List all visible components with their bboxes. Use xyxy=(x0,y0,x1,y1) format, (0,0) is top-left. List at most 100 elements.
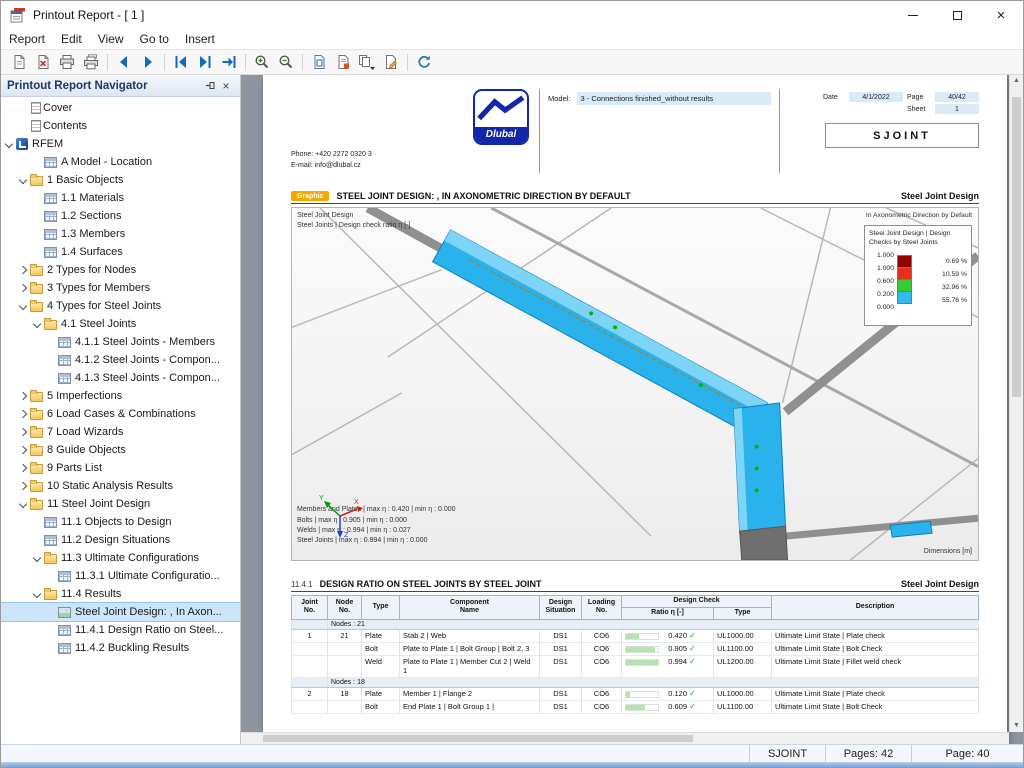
tree-item[interactable]: 2 Types for Nodes xyxy=(1,261,240,279)
print-button[interactable] xyxy=(55,51,79,73)
tree-item-label: 11 Steel Joint Design xyxy=(47,498,150,510)
tree-item[interactable]: 11.3.1 Ultimate Configuratio... xyxy=(1,567,240,585)
close-button[interactable]: × xyxy=(979,1,1023,29)
scroll-up-arrow[interactable]: ▲ xyxy=(1010,75,1023,87)
maximize-button[interactable] xyxy=(935,1,979,29)
back-button[interactable] xyxy=(112,51,136,73)
tree-item[interactable]: 1 Basic Objects xyxy=(1,171,240,189)
table-icon xyxy=(44,517,57,528)
tree-item[interactable]: 1.3 Members xyxy=(1,225,240,243)
folder-icon xyxy=(30,266,43,276)
chevron-right-icon[interactable] xyxy=(17,444,30,457)
joint-graphic[interactable]: Steel Joint Design Steel Joints | Design… xyxy=(291,207,979,561)
pin-icon[interactable] xyxy=(202,78,218,94)
chevron-right-icon[interactable] xyxy=(17,282,30,295)
window-title: Printout Report - [ 1 ] xyxy=(33,8,144,22)
chevron-right-icon[interactable] xyxy=(17,408,30,421)
close-navigator-icon[interactable]: × xyxy=(218,78,234,94)
tree-item[interactable]: 11.3 Ultimate Configurations xyxy=(1,549,240,567)
last-page-button[interactable] xyxy=(193,51,217,73)
horizontal-scrollbar-thumb[interactable] xyxy=(263,735,693,742)
tree-item[interactable]: 11.4 Results xyxy=(1,585,240,603)
table-row[interactable]: 121PlateStab 2 | WebDS1CO60.420✓UL1000.0… xyxy=(292,629,979,642)
chevron-right-icon[interactable] xyxy=(17,426,30,439)
tree-item[interactable]: 5 Imperfections xyxy=(1,387,240,405)
tree-item[interactable]: 3 Types for Members xyxy=(1,279,240,297)
refresh-button[interactable] xyxy=(412,51,436,73)
check-icon: ✓ xyxy=(689,631,696,640)
tree-item[interactable]: 11.4.2 Buckling Results xyxy=(1,639,240,657)
tree-item[interactable]: 1.2 Sections xyxy=(1,207,240,225)
tree-item[interactable]: Cover xyxy=(1,99,240,117)
tree-item-label: Steel Joint Design: , In Axon... xyxy=(75,606,222,618)
table-row[interactable]: BoltPlate to Plate 1 | Bolt Group | Bolt… xyxy=(292,642,979,655)
tree-item[interactable]: 7 Load Wizards xyxy=(1,423,240,441)
tree-item[interactable]: 11 Steel Joint Design xyxy=(1,495,240,513)
zoom-out-button[interactable] xyxy=(274,51,298,73)
tree-item[interactable]: 8 Guide Objects xyxy=(1,441,240,459)
chevron-down-icon[interactable] xyxy=(17,498,30,511)
print-batch-button[interactable] xyxy=(79,51,103,73)
chevron-right-icon[interactable] xyxy=(17,390,30,403)
tree-item[interactable]: 4.1.1 Steel Joints - Members xyxy=(1,333,240,351)
page-setup-button[interactable] xyxy=(331,51,355,73)
tree-item[interactable]: 11.4.1 Design Ratio on Steel... xyxy=(1,621,240,639)
minimize-button[interactable] xyxy=(891,1,935,29)
check-icon: ✓ xyxy=(689,702,696,711)
table-row[interactable]: 218PlateMember 1 | Flange 2DS1CO60.120✓U… xyxy=(292,687,979,700)
vertical-scrollbar-thumb[interactable] xyxy=(1012,97,1021,397)
menu-item-view[interactable]: View xyxy=(98,32,124,46)
phone-line: Phone: +420 2272 0320 3 xyxy=(291,149,372,160)
tree-item[interactable]: 4.1.3 Steel Joints - Compon... xyxy=(1,369,240,387)
check-icon: ✓ xyxy=(689,657,696,666)
forward-button[interactable] xyxy=(136,51,160,73)
tree-item[interactable]: Steel Joint Design: , In Axon... xyxy=(1,603,240,621)
tree-item[interactable]: 4.1.2 Steel Joints - Compon... xyxy=(1,351,240,369)
export-page-button[interactable] xyxy=(7,51,31,73)
tree-item[interactable]: A Model - Location xyxy=(1,153,240,171)
chevron-down-icon[interactable] xyxy=(17,174,30,187)
delete-page-button[interactable] xyxy=(31,51,55,73)
tree-item[interactable]: 10 Static Analysis Results xyxy=(1,477,240,495)
chevron-right-icon[interactable] xyxy=(17,462,30,475)
ratio-bar xyxy=(625,704,659,711)
vertical-scrollbar[interactable]: ▲ ▼ xyxy=(1009,75,1023,732)
chevron-down-icon[interactable] xyxy=(3,138,16,151)
chevron-down-icon[interactable] xyxy=(17,300,30,313)
menu-item-insert[interactable]: Insert xyxy=(185,32,215,46)
table-row[interactable]: WeldPlate to Plate 1 | Member Cut 2 | We… xyxy=(292,655,979,677)
go-to-page-button[interactable] xyxy=(217,51,241,73)
scroll-down-arrow[interactable]: ▼ xyxy=(1010,720,1023,732)
menu-item-report[interactable]: Report xyxy=(9,32,45,46)
page-meta: Date 4/1/2022 Page 40/42 Sheet 1 xyxy=(821,92,979,114)
chevron-down-icon[interactable] xyxy=(31,588,44,601)
menu-item-edit[interactable]: Edit xyxy=(61,32,82,46)
edit-header-button[interactable] xyxy=(379,51,403,73)
tree-item[interactable]: 1.4 Surfaces xyxy=(1,243,240,261)
rfem-icon xyxy=(16,138,28,150)
tree-item[interactable]: Contents xyxy=(1,117,240,135)
legend-boundary: 1.000 xyxy=(869,249,897,262)
tree-item[interactable]: 11.1 Objects to Design xyxy=(1,513,240,531)
view-mode-button[interactable] xyxy=(355,51,379,73)
tree-item[interactable]: 6 Load Cases & Combinations xyxy=(1,405,240,423)
zoom-in-button[interactable] xyxy=(250,51,274,73)
horizontal-scrollbar[interactable] xyxy=(241,732,1009,744)
tree-item[interactable]: RFEM xyxy=(1,135,240,153)
tree-item[interactable]: 11.2 Design Situations xyxy=(1,531,240,549)
fit-page-button[interactable] xyxy=(307,51,331,73)
chevron-down-icon[interactable] xyxy=(31,552,44,565)
first-page-button[interactable] xyxy=(169,51,193,73)
chevron-spacer xyxy=(31,246,44,259)
navigator-header: Printout Report Navigator × xyxy=(1,75,240,97)
tree-item[interactable]: 4 Types for Steel Joints xyxy=(1,297,240,315)
chevron-right-icon[interactable] xyxy=(17,480,30,493)
menu-item-go-to[interactable]: Go to xyxy=(140,32,169,46)
tree-item[interactable]: 1.1 Materials xyxy=(1,189,240,207)
tree-item[interactable]: 9 Parts List xyxy=(1,459,240,477)
chevron-down-icon[interactable] xyxy=(31,318,44,331)
legend-percentage: 0.69 % xyxy=(916,255,967,268)
tree-item[interactable]: 4.1 Steel Joints xyxy=(1,315,240,333)
table-row[interactable]: BoltEnd Plate 1 | Bolt Group 1 |DS1CO60.… xyxy=(292,700,979,713)
chevron-right-icon[interactable] xyxy=(17,264,30,277)
